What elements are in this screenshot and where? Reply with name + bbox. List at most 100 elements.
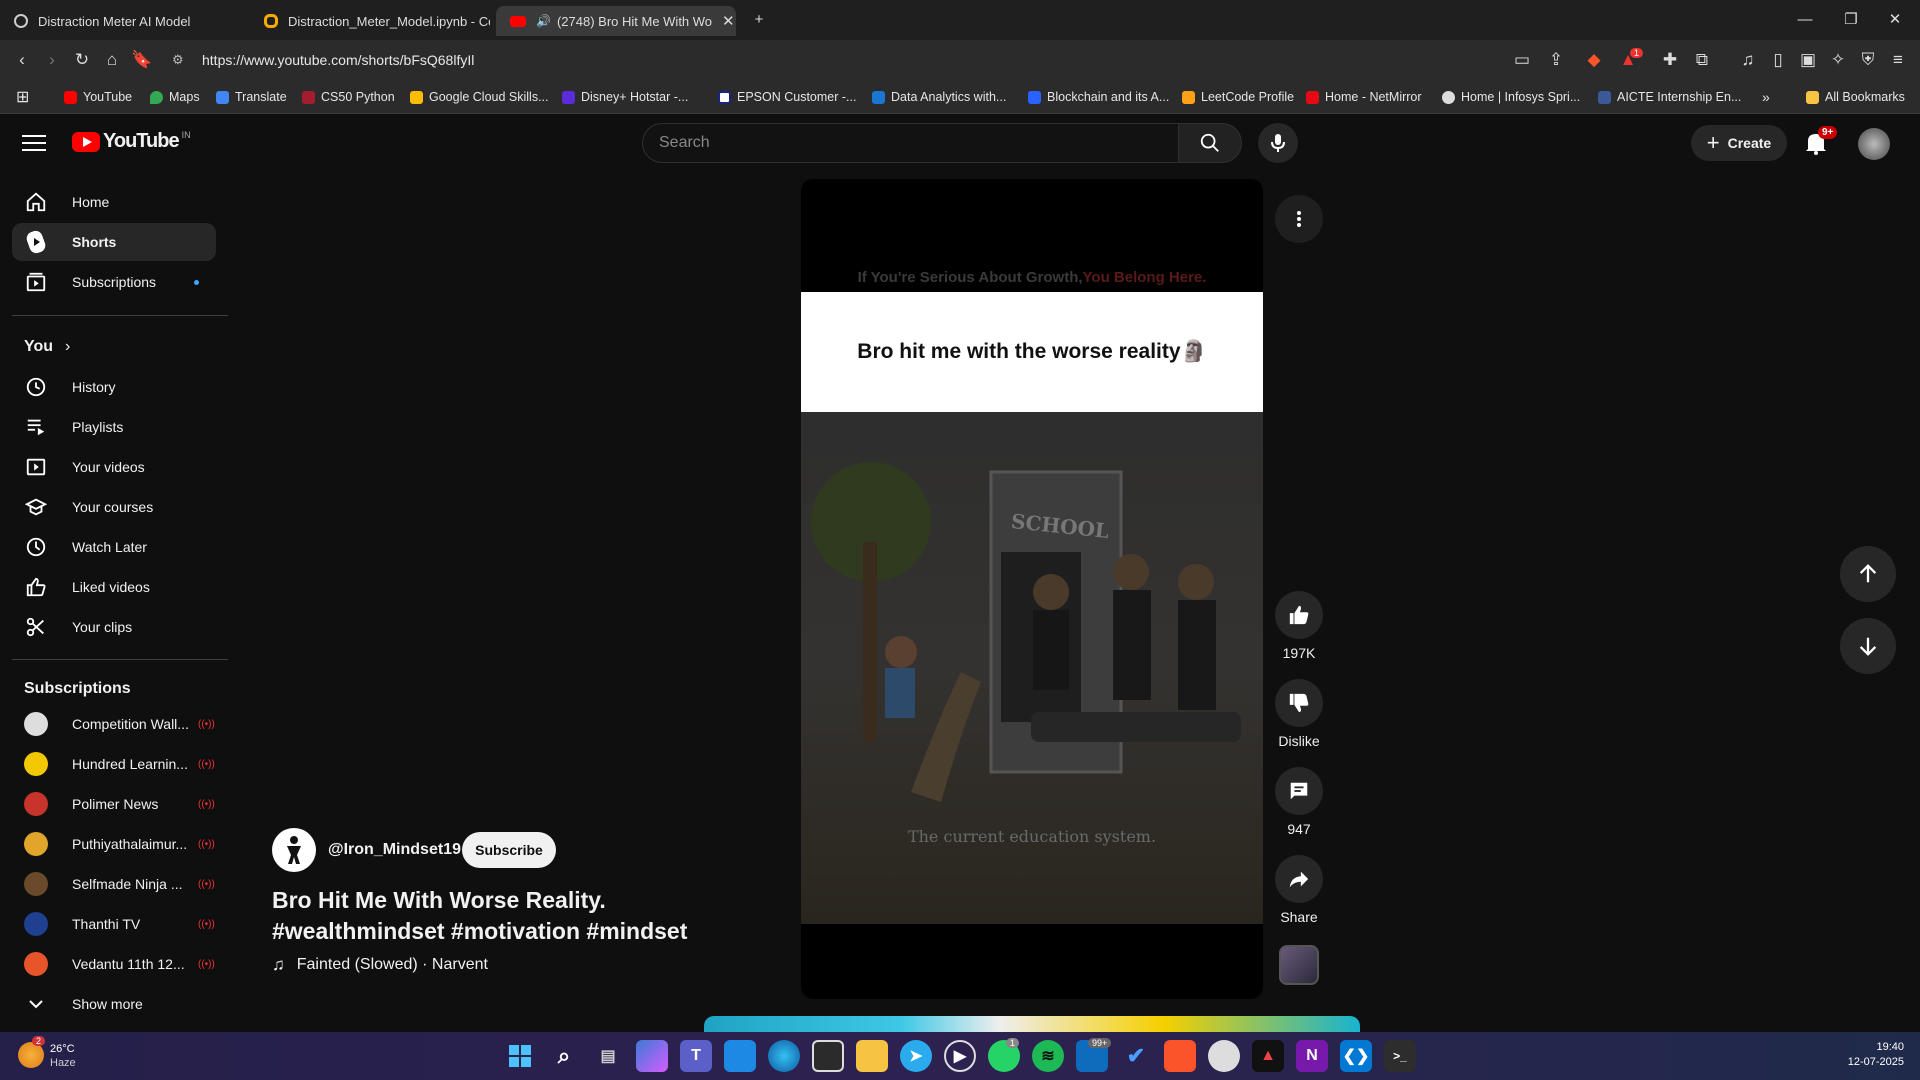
share-icon[interactable]: ⇪ [1544, 48, 1568, 72]
bookmark-netmirror[interactable]: Home - NetMirror [1306, 87, 1422, 107]
bookmark-epson[interactable]: EPSON Customer -... [718, 87, 856, 107]
search-button[interactable] [1178, 123, 1242, 163]
new-tab-button[interactable]: + [744, 8, 774, 32]
store-icon[interactable] [812, 1040, 844, 1072]
channel-handle[interactable]: @Iron_Mindset19 [328, 841, 461, 859]
sidebar-item-your-clips[interactable]: Your clips [12, 608, 216, 646]
comments-button[interactable] [1275, 767, 1323, 815]
site-info-icon[interactable]: ⚙ [172, 48, 184, 72]
screenshot-icon[interactable]: ⧉ [1690, 48, 1714, 72]
brave-shields-icon[interactable]: ◆ [1582, 48, 1606, 72]
copilot-icon[interactable] [636, 1040, 668, 1072]
sidebar-item-home[interactable]: Home [12, 183, 216, 221]
telegram-icon[interactable]: ➤ [900, 1040, 932, 1072]
spotify-icon[interactable]: ≋ [1032, 1040, 1064, 1072]
sidebar-item-liked-videos[interactable]: Liked videos [12, 568, 216, 606]
youtube-logo[interactable]: YouTube IN [72, 130, 191, 153]
sidebar-item-your-courses[interactable]: Your courses [12, 488, 216, 526]
share-button[interactable] [1275, 855, 1323, 903]
leo-ai-icon[interactable]: ✧ [1826, 48, 1850, 72]
menu-icon[interactable]: ≡ [1886, 48, 1910, 72]
channel-avatar[interactable] [272, 828, 316, 872]
tab-youtube-short[interactable]: 🔊 (2748) Bro Hit Me With Worse ✕ [496, 6, 736, 36]
sidebar-item-subscriptions[interactable]: Subscriptions [12, 263, 216, 301]
sidebar-sub-item[interactable]: Selfmade Ninja ... ((•)) [12, 865, 216, 903]
media-player-icon[interactable]: ▶ [944, 1040, 976, 1072]
home-icon[interactable]: ⌂ [100, 48, 124, 72]
sidebar-sub-item[interactable]: Polimer News ((•)) [12, 785, 216, 823]
all-bookmarks[interactable]: All Bookmarks [1806, 87, 1905, 107]
bookmark-translate[interactable]: Translate [216, 87, 287, 107]
dislike-button[interactable] [1275, 679, 1323, 727]
bookmark-youtube[interactable]: YouTube [64, 87, 132, 107]
bookmark-leetcode[interactable]: LeetCode Profile [1182, 87, 1294, 107]
like-button[interactable] [1275, 591, 1323, 639]
restore-button[interactable]: ❐ [1836, 8, 1866, 32]
sidebar-sub-item[interactable]: Competition Wall... ((•)) [12, 705, 216, 743]
cast-icon[interactable]: ▭ [1510, 48, 1534, 72]
start-icon[interactable] [504, 1040, 536, 1072]
teams-icon[interactable]: T [680, 1040, 712, 1072]
sidebar-sub-item[interactable]: Puthiyathalaimur... ((•)) [12, 825, 216, 863]
tab-colab[interactable]: Distraction_Meter_Model.ipynb - Col [250, 6, 490, 36]
minimize-button[interactable]: — [1790, 8, 1820, 32]
bookmark-google-cloud[interactable]: Google Cloud Skills... [410, 87, 549, 107]
hamburger-menu-icon[interactable] [22, 133, 46, 151]
clock-app-icon[interactable] [1208, 1040, 1240, 1072]
bookmark-blockchain[interactable]: Blockchain and its A... [1028, 87, 1169, 107]
next-short-preview[interactable] [704, 1016, 1360, 1032]
next-short-button[interactable] [1840, 618, 1896, 674]
sidebar-item-history[interactable]: History [12, 368, 216, 406]
vscode-icon[interactable]: ❮❯ [1340, 1040, 1372, 1072]
media-icon[interactable]: ♫ [1736, 48, 1760, 72]
terminal-icon[interactable]: >_ [1384, 1040, 1416, 1072]
vpn-icon[interactable]: ⛨ [1856, 48, 1880, 72]
close-window-button[interactable]: ✕ [1880, 8, 1910, 32]
bookmark-infosys[interactable]: Home | Infosys Spri... [1442, 87, 1580, 107]
create-button[interactable]: + Create [1691, 125, 1787, 161]
extensions-icon[interactable]: ✚ [1658, 48, 1682, 72]
avatar[interactable] [1858, 128, 1890, 160]
sidebar-you-header[interactable]: You › [12, 328, 216, 366]
back-icon[interactable]: ‹ [10, 48, 34, 72]
video-title[interactable]: Bro Hit Me With Worse Reality. #wealthmi… [272, 885, 687, 947]
tab-distraction-meter[interactable]: Distraction Meter AI Model [0, 6, 250, 36]
subscribe-button[interactable]: Subscribe [462, 832, 556, 868]
notifications-button[interactable]: 9+ [1804, 126, 1838, 158]
previous-short-button[interactable] [1840, 546, 1896, 602]
search-input[interactable]: Search [642, 123, 1180, 163]
show-more-button[interactable]: Show more [12, 985, 216, 1023]
sidebar-sub-item[interactable]: Thanthi TV ((•)) [12, 905, 216, 943]
apps-icon[interactable]: ⊞ [16, 87, 29, 107]
sidebar-icon[interactable]: ▯ [1766, 48, 1790, 72]
widgets-icon[interactable] [724, 1040, 756, 1072]
close-tab-icon[interactable]: ✕ [722, 12, 735, 30]
task-view-icon[interactable]: ▤ [592, 1040, 624, 1072]
sidebar-item-shorts[interactable]: Shorts [12, 223, 216, 261]
wallet-icon[interactable]: ▣ [1796, 48, 1820, 72]
title-hashtags[interactable]: #wealthmindset #motivation #mindset [272, 916, 687, 947]
url-field[interactable]: ⚙ https://www.youtube.com/shorts/bFsQ68l… [172, 48, 1502, 72]
weather-widget[interactable]: 26°C Haze [50, 1042, 76, 1070]
search-icon[interactable]: ⌕ [548, 1040, 580, 1072]
bookmark-aicte[interactable]: AICTE Internship En... [1598, 87, 1741, 107]
sidebar-sub-item[interactable]: Hundred Learnin... ((•)) [12, 745, 216, 783]
system-clock[interactable]: 19:40 12-07-2025 [1830, 1040, 1904, 1070]
onenote-icon[interactable]: N [1296, 1040, 1328, 1072]
bookmark-data-analytics[interactable]: Data Analytics with... [872, 87, 1006, 107]
file-explorer-icon[interactable] [856, 1040, 888, 1072]
sound-remix-thumbnail[interactable] [1279, 945, 1319, 985]
sidebar-item-playlists[interactable]: Playlists [12, 408, 216, 446]
more-options-button[interactable] [1275, 195, 1323, 243]
sidebar-sub-item[interactable]: Vedantu 11th 12... ((•)) [12, 945, 216, 983]
sidebar-item-watch-later[interactable]: Watch Later [12, 528, 216, 566]
bookmark-icon[interactable]: 🔖 [130, 48, 154, 72]
brave-icon[interactable] [1164, 1040, 1196, 1072]
sidebar-item-your-videos[interactable]: Your videos [12, 448, 216, 486]
forward-icon[interactable]: › [40, 48, 64, 72]
music-info[interactable]: ♫ Fainted (Slowed) · Narvent [272, 955, 488, 975]
reload-icon[interactable]: ↻ [70, 48, 94, 72]
anaconda-icon[interactable]: ▲ [1252, 1040, 1284, 1072]
more-bookmarks-icon[interactable]: » [1762, 87, 1770, 107]
todo-icon[interactable]: ✔ [1120, 1040, 1152, 1072]
